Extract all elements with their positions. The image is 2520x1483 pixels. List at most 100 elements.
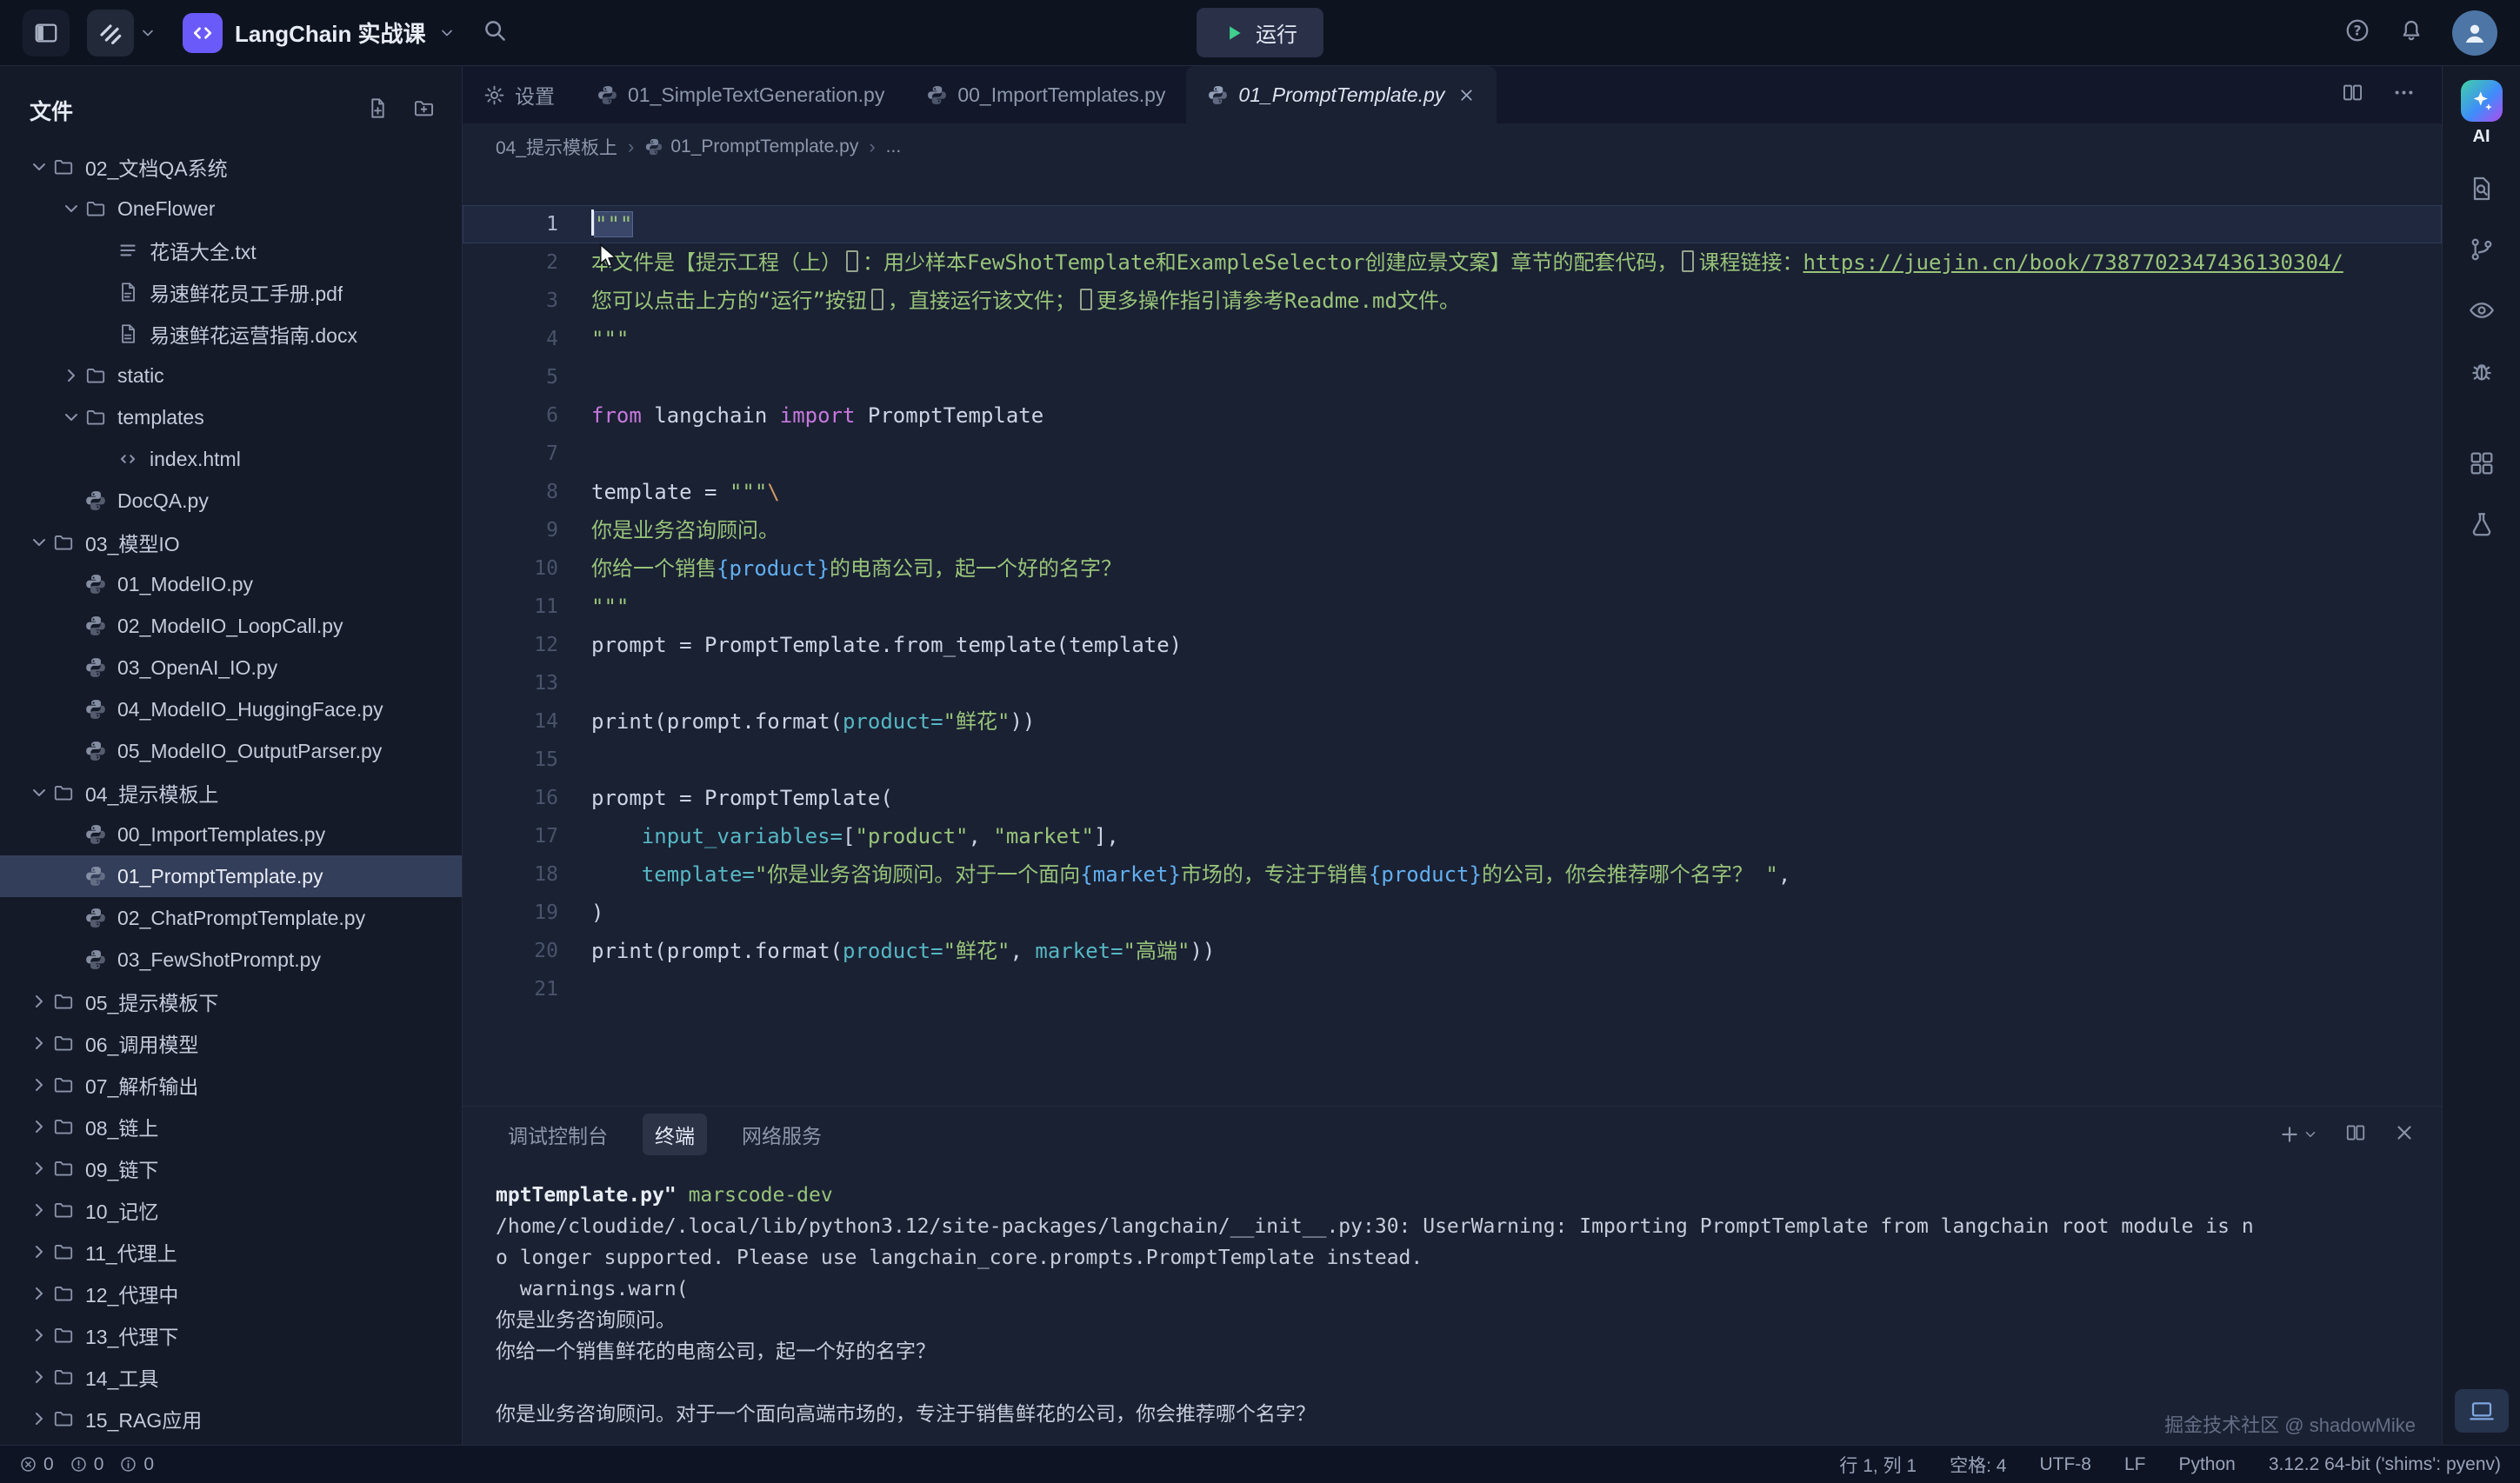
more-actions-button[interactable]	[2392, 81, 2416, 109]
code-line-7[interactable]: 7	[463, 435, 2442, 473]
chevron-down-icon	[438, 24, 456, 42]
tree-item-09_链下[interactable]: 09_链下	[0, 1147, 462, 1189]
tree-item-00_ImportTemplates.py[interactable]: 00_ImportTemplates.py	[0, 814, 462, 855]
info-count[interactable]: 0	[119, 1454, 154, 1475]
panel-tab-网络服务[interactable]: 网络服务	[730, 1114, 834, 1155]
statusbar-item[interactable]: 空格: 4	[1950, 1452, 2006, 1478]
new-folder-button[interactable]	[412, 96, 436, 124]
breadcrumb-item[interactable]: 04_提示模板上	[496, 134, 617, 160]
tree-item-02_文档QA系统[interactable]: 02_文档QA系统	[0, 146, 462, 188]
tree-item-03_OpenAI_IO.py[interactable]: 03_OpenAI_IO.py	[0, 647, 462, 688]
code-line-8[interactable]: 8template = """\	[463, 473, 2442, 511]
code-line-5[interactable]: 5	[463, 358, 2442, 396]
tree-item-OneFlower[interactable]: OneFlower	[0, 188, 462, 229]
tree-item-07_解析输出[interactable]: 07_解析输出	[0, 1064, 462, 1106]
tree-item-02_ChatPromptTemplate.py[interactable]: 02_ChatPromptTemplate.py	[0, 897, 462, 939]
close-tab-icon[interactable]	[1457, 86, 1476, 104]
debug-button[interactable]	[2456, 350, 2508, 392]
sidebar-toggle-button[interactable]	[23, 10, 70, 57]
tab-01_SimpleTextGeneration.py[interactable]: 01_SimpleTextGeneration.py	[576, 66, 905, 123]
code-line-15[interactable]: 15	[463, 741, 2442, 779]
code-line-13[interactable]: 13	[463, 664, 2442, 702]
tree-item-static[interactable]: static	[0, 355, 462, 396]
tree-item-易速鲜花运营指南.docx[interactable]: 易速鲜花运营指南.docx	[0, 313, 462, 355]
app-logo-button[interactable]	[87, 10, 157, 57]
statusbar-item[interactable]: Python	[2178, 1454, 2235, 1475]
tree-item-06_调用模型[interactable]: 06_调用模型	[0, 1022, 462, 1064]
code-line-2[interactable]: 2本文件是【提示工程（上）：用少样本FewShotTemplate和Exampl…	[463, 243, 2442, 282]
tab-00_ImportTemplates.py[interactable]: 00_ImportTemplates.py	[905, 66, 1186, 123]
statusbar-item[interactable]: 行 1, 列 1	[1839, 1452, 1917, 1478]
code-editor[interactable]: 1"""2本文件是【提示工程（上）：用少样本FewShotTemplate和Ex…	[463, 170, 2442, 1106]
tree-item-10_记忆[interactable]: 10_记忆	[0, 1189, 462, 1231]
help-button[interactable]: ?	[2344, 17, 2370, 48]
split-terminal-button[interactable]	[2344, 1121, 2367, 1148]
code-line-11[interactable]: 11"""	[463, 588, 2442, 626]
tab-01_PromptTemplate.py[interactable]: 01_PromptTemplate.py	[1186, 66, 1497, 123]
tab-settings[interactable]: 设置	[463, 66, 576, 123]
statusbar-item[interactable]: 3.12.2 64-bit ('shims': pyenv)	[2269, 1454, 2501, 1475]
dev-environment-button[interactable]	[2455, 1389, 2509, 1433]
tree-item-08_链上[interactable]: 08_链上	[0, 1106, 462, 1147]
code-line-21[interactable]: 21	[463, 970, 2442, 1008]
tree-item-05_提示模板下[interactable]: 05_提示模板下	[0, 981, 462, 1022]
new-file-button[interactable]	[366, 96, 390, 124]
code-line-9[interactable]: 9你是业务咨询顾问。	[463, 511, 2442, 549]
panel-tab-调试控制台[interactable]: 调试控制台	[496, 1114, 620, 1155]
global-search-button[interactable]	[482, 17, 508, 48]
notifications-button[interactable]	[2398, 17, 2424, 48]
tree-item-15_RAG应用[interactable]: 15_RAG应用	[0, 1398, 462, 1440]
code-line-6[interactable]: 6from langchain import PromptTemplate	[463, 396, 2442, 435]
tree-item-易速鲜花员工手册.pdf[interactable]: 易速鲜花员工手册.pdf	[0, 271, 462, 313]
breadcrumb-item[interactable]: 01_PromptTemplate.py	[644, 136, 858, 157]
statusbar-item[interactable]: UTF-8	[2039, 1454, 2091, 1475]
tree-item-02_ModelIO_LoopCall.py[interactable]: 02_ModelIO_LoopCall.py	[0, 605, 462, 647]
statusbar-item[interactable]: LF	[2124, 1454, 2146, 1475]
tree-item-03_FewShotPrompt.py[interactable]: 03_FewShotPrompt.py	[0, 939, 462, 981]
code-line-4[interactable]: 4"""	[463, 320, 2442, 358]
tree-item-index.html[interactable]: index.html	[0, 438, 462, 480]
close-panel-button[interactable]	[2393, 1121, 2416, 1148]
new-terminal-button[interactable]	[2278, 1123, 2318, 1146]
tests-button[interactable]	[2456, 503, 2508, 545]
tree-item-13_代理下[interactable]: 13_代理下	[0, 1314, 462, 1356]
tree-item-12_代理中[interactable]: 12_代理中	[0, 1273, 462, 1314]
file-search-button[interactable]	[2456, 168, 2508, 209]
code-line-18[interactable]: 18 template="你是业务咨询顾问。对于一个面向{market}市场的，…	[463, 855, 2442, 894]
code-line-19[interactable]: 19)	[463, 894, 2442, 932]
code-line-16[interactable]: 16prompt = PromptTemplate(	[463, 779, 2442, 817]
tree-item-DocQA.py[interactable]: DocQA.py	[0, 480, 462, 522]
tree-item-05_ModelIO_OutputParser.py[interactable]: 05_ModelIO_OutputParser.py	[0, 730, 462, 772]
tree-item-14_工具[interactable]: 14_工具	[0, 1356, 462, 1398]
tree-item-04_提示模板上[interactable]: 04_提示模板上	[0, 772, 462, 814]
code-line-17[interactable]: 17 input_variables=["product", "market"]…	[463, 817, 2442, 855]
tree-item-01_ModelIO.py[interactable]: 01_ModelIO.py	[0, 563, 462, 605]
code-line-12[interactable]: 12prompt = PromptTemplate.from_template(…	[463, 626, 2442, 664]
code-line-3[interactable]: 3您可以点击上方的“运行”按钮，直接运行该文件；更多操作指引请参考Readme.…	[463, 282, 2442, 320]
python-file-icon	[926, 84, 948, 106]
panel-tab-终端[interactable]: 终端	[643, 1114, 707, 1155]
ai-assistant-button[interactable]: AI	[2461, 80, 2503, 147]
tree-item-templates[interactable]: templates	[0, 396, 462, 438]
tree-item-11_代理上[interactable]: 11_代理上	[0, 1231, 462, 1273]
warning-count[interactable]: 0	[70, 1454, 104, 1475]
problems-indicator[interactable]: 000	[19, 1454, 154, 1475]
source-control-button[interactable]	[2456, 229, 2508, 270]
split-editor-button[interactable]	[2341, 81, 2364, 109]
user-avatar[interactable]	[2452, 10, 2497, 56]
extensions-button[interactable]	[2456, 442, 2508, 484]
code-line-14[interactable]: 14print(prompt.format(product="鲜花"))	[463, 702, 2442, 741]
tree-item-花语大全.txt[interactable]: 花语大全.txt	[0, 229, 462, 271]
tree-item-04_ModelIO_HuggingFace.py[interactable]: 04_ModelIO_HuggingFace.py	[0, 688, 462, 730]
code-line-10[interactable]: 10你给一个销售{product}的电商公司，起一个好的名字？	[463, 549, 2442, 588]
breadcrumb-item[interactable]: ...	[886, 136, 902, 157]
terminal-output[interactable]: mptTemplate.py" marscode-dev/home/cloudi…	[463, 1162, 2442, 1445]
run-button[interactable]: 运行	[1197, 8, 1323, 57]
code-line-1[interactable]: 1"""	[463, 205, 2442, 243]
project-switcher[interactable]: LangChain 实战课	[174, 8, 464, 58]
tree-item-03_模型IO[interactable]: 03_模型IO	[0, 522, 462, 563]
preview-button[interactable]	[2456, 289, 2508, 331]
tree-item-01_PromptTemplate.py[interactable]: 01_PromptTemplate.py	[0, 855, 462, 897]
code-line-20[interactable]: 20print(prompt.format(product="鲜花", mark…	[463, 932, 2442, 970]
error-count[interactable]: 0	[19, 1454, 54, 1475]
